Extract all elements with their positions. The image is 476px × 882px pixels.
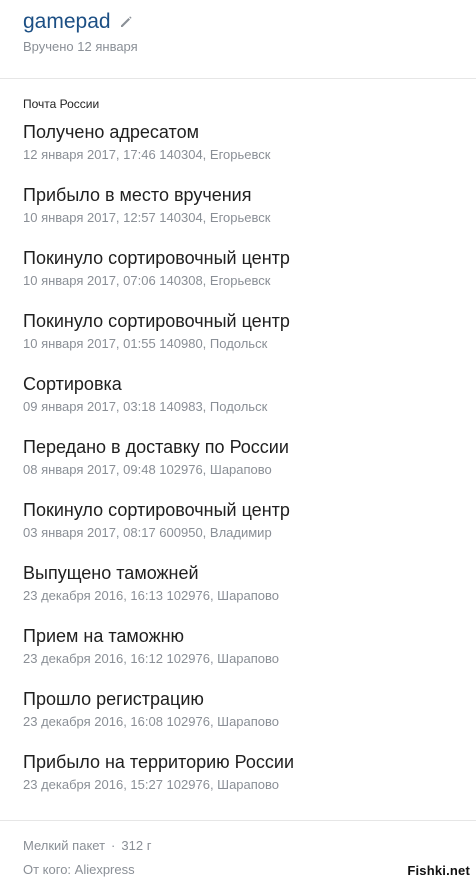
tracking-event: Прибыло в место вручения 10 января 2017, … (23, 183, 463, 246)
pencil-icon[interactable] (119, 15, 133, 29)
event-status: Прибыло на территорию России (23, 752, 295, 772)
tracking-event: Сортировка 09 января 2017, 03:18 140983, … (23, 372, 463, 435)
event-status: Прибыло в место вручения (23, 185, 252, 205)
separator-dot: · (111, 838, 116, 853)
title-row: gamepad (23, 8, 133, 36)
tracking-event: Передано в доставку по России 08 января 2… (23, 435, 463, 498)
event-meta: 10 января 2017, 07:06 140308, Егорьевск (23, 273, 271, 288)
event-meta: 09 января 2017, 03:18 140983, Подольск (23, 399, 268, 414)
event-meta: 23 декабря 2016, 16:12 102976, Шарапово (23, 651, 280, 666)
sender-info: От кого: Aliexpress (23, 862, 135, 877)
event-status: Передано в доставку по России (23, 437, 289, 457)
package-weight: 312 г (121, 838, 152, 853)
event-status: Прошло регистрацию (23, 689, 204, 709)
tracking-event: Покинуло сортировочный центр 10 января 20… (23, 309, 463, 372)
event-status: Покинуло сортировочный центр (23, 248, 290, 268)
tracking-event: Прибыло на территорию России 23 декабря 2… (23, 750, 463, 813)
carrier-name: Почта России (23, 97, 100, 111)
event-meta: 03 января 2017, 08:17 600950, Владимир (23, 525, 272, 540)
tracking-event: Выпущено таможней 23 декабря 2016, 16:13 … (23, 561, 463, 624)
tracking-event: Получено адресатом 12 января 2017, 17:46 … (23, 120, 463, 183)
delivery-status-subtitle: Вручено 12 января (23, 39, 138, 54)
tracking-events-list: Получено адресатом 12 января 2017, 17:46 … (23, 120, 463, 813)
parcel-footer: Мелкий пакет · 312 г От кого: Aliexpress (0, 820, 476, 882)
event-meta: 08 января 2017, 09:48 102976, Шарапово (23, 462, 272, 477)
watermark: Fishki.net (407, 863, 470, 878)
package-type: Мелкий пакет (23, 838, 106, 853)
tracking-event: Покинуло сортировочный центр 03 января 20… (23, 498, 463, 561)
event-status: Сортировка (23, 374, 122, 394)
event-meta: 12 января 2017, 17:46 140304, Егорьевск (23, 147, 271, 162)
tracking-event: Покинуло сортировочный центр 10 января 20… (23, 246, 463, 309)
package-info: Мелкий пакет · 312 г (23, 838, 151, 853)
tracking-event: Прошло регистрацию 23 декабря 2016, 16:08… (23, 687, 463, 750)
parcel-title: gamepad (23, 10, 111, 33)
event-meta: 23 декабря 2016, 16:13 102976, Шарапово (23, 588, 280, 603)
event-status: Покинуло сортировочный центр (23, 500, 290, 520)
event-status: Выпущено таможней (23, 563, 199, 583)
event-meta: 23 декабря 2016, 16:08 102976, Шарапово (23, 714, 280, 729)
event-status: Прием на таможню (23, 626, 185, 646)
tracking-event: Прием на таможню 23 декабря 2016, 16:12 1… (23, 624, 463, 687)
event-meta: 10 января 2017, 12:57 140304, Егорьевск (23, 210, 271, 225)
parcel-header: gamepad Вручено 12 января (0, 0, 476, 79)
event-meta: 10 января 2017, 01:55 140980, Подольск (23, 336, 268, 351)
event-meta: 23 декабря 2016, 15:27 102976, Шарапово (23, 777, 280, 792)
event-status: Покинуло сортировочный центр (23, 311, 290, 331)
event-status: Получено адресатом (23, 122, 199, 142)
